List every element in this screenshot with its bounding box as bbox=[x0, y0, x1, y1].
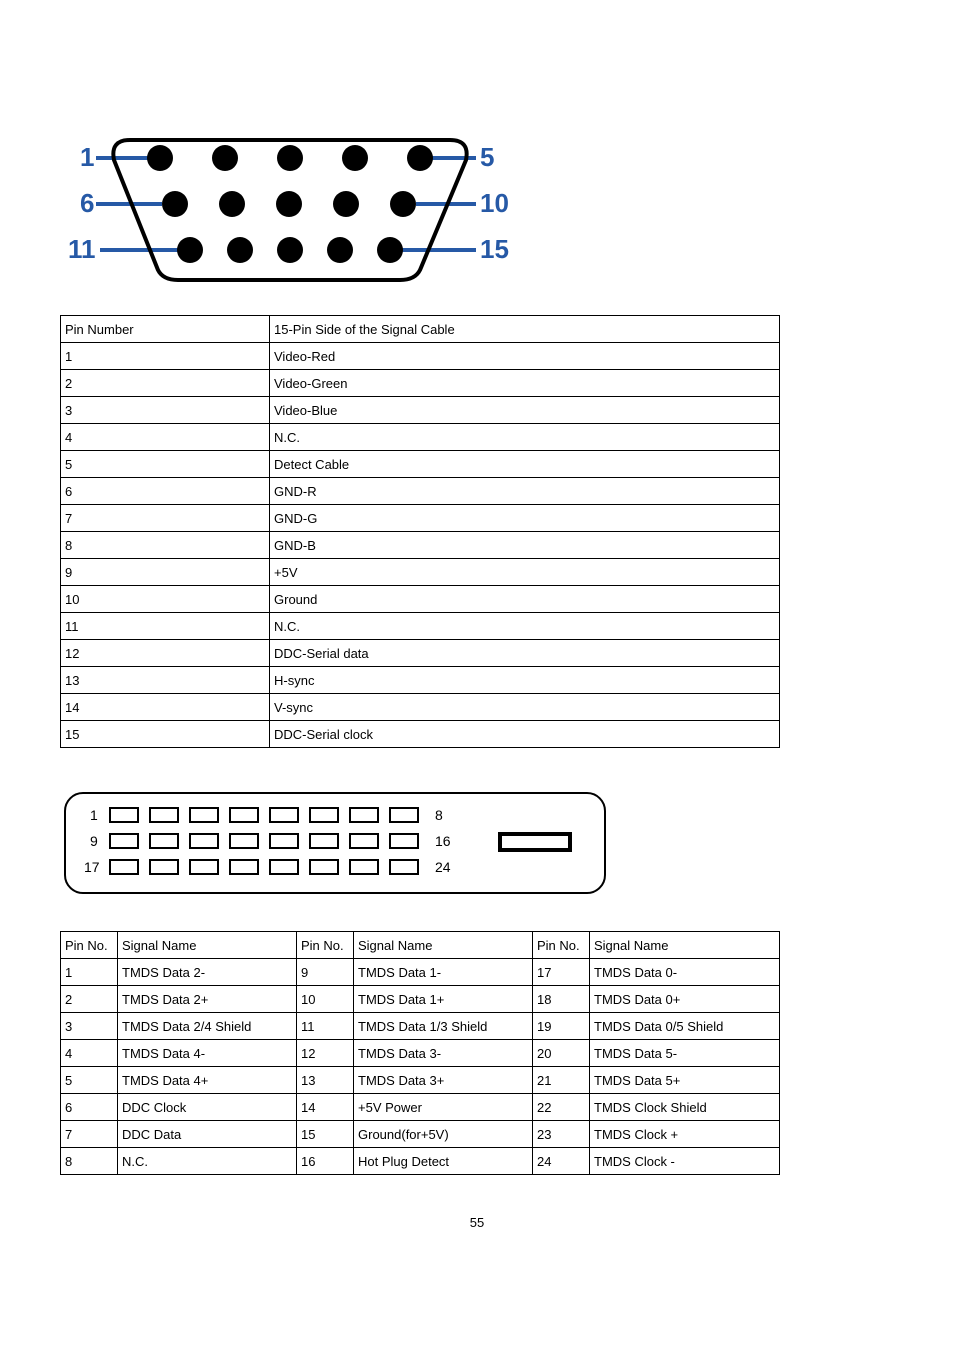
table-row: 8N.C.16Hot Plug Detect24TMDS Clock - bbox=[61, 1148, 780, 1175]
table-row: 4N.C. bbox=[61, 424, 780, 451]
table-row: 8GND-B bbox=[61, 532, 780, 559]
table-row: 4TMDS Data 4-12TMDS Data 3-20TMDS Data 5… bbox=[61, 1040, 780, 1067]
table-row: 15DDC-Serial clock bbox=[61, 721, 780, 748]
table-row: 3Video-Blue bbox=[61, 397, 780, 424]
col-header: Pin No. bbox=[297, 932, 354, 959]
table-row: 6GND-R bbox=[61, 478, 780, 505]
table-row: 14V-sync bbox=[61, 694, 780, 721]
col-header: Pin No. bbox=[61, 932, 118, 959]
table-row: 2TMDS Data 2+10TMDS Data 1+18TMDS Data 0… bbox=[61, 986, 780, 1013]
table-row: 5TMDS Data 4+13TMDS Data 3+21TMDS Data 5… bbox=[61, 1067, 780, 1094]
dvi-label-9: 9 bbox=[90, 833, 98, 849]
vga-connector-diagram: 1 6 11 5 10 15 bbox=[60, 130, 894, 285]
table-row: 13H-sync bbox=[61, 667, 780, 694]
vga-label-5: 5 bbox=[480, 142, 494, 172]
col-header: Pin No. bbox=[533, 932, 590, 959]
dvi-label-24: 24 bbox=[435, 859, 451, 875]
dvi-label-16: 16 bbox=[435, 833, 451, 849]
col-header: Pin Number bbox=[61, 316, 270, 343]
table-row: 7DDC Data15Ground(for+5V)23TMDS Clock + bbox=[61, 1121, 780, 1148]
dvi-label-17: 17 bbox=[84, 859, 100, 875]
table-row: 6DDC Clock14+5V Power22TMDS Clock Shield bbox=[61, 1094, 780, 1121]
table-row: 3TMDS Data 2/4 Shield11TMDS Data 1/3 Shi… bbox=[61, 1013, 780, 1040]
col-header: Signal Name bbox=[118, 932, 297, 959]
table-row: 9+5V bbox=[61, 559, 780, 586]
vga-label-11: 11 bbox=[68, 234, 96, 264]
vga-pin-table: Pin Number 15-Pin Side of the Signal Cab… bbox=[60, 315, 780, 748]
vga-label-6: 6 bbox=[80, 188, 94, 218]
vga-label-15: 15 bbox=[480, 234, 509, 264]
vga-label-10: 10 bbox=[480, 188, 509, 218]
col-header: Signal Name bbox=[354, 932, 533, 959]
table-row: 5Detect Cable bbox=[61, 451, 780, 478]
col-header: 15-Pin Side of the Signal Cable bbox=[270, 316, 780, 343]
table-row: 11N.C. bbox=[61, 613, 780, 640]
table-row: 12DDC-Serial data bbox=[61, 640, 780, 667]
dvi-pin-table: Pin No. Signal Name Pin No. Signal Name … bbox=[60, 931, 780, 1175]
dvi-connector-diagram: 1 9 17 8 16 24 bbox=[60, 788, 894, 901]
table-row: 7GND-G bbox=[61, 505, 780, 532]
table-row: 10Ground bbox=[61, 586, 780, 613]
page-number: 55 bbox=[60, 1215, 894, 1230]
col-header: Signal Name bbox=[590, 932, 780, 959]
vga-label-1: 1 bbox=[80, 142, 94, 172]
table-row: Pin No. Signal Name Pin No. Signal Name … bbox=[61, 932, 780, 959]
table-row: Pin Number 15-Pin Side of the Signal Cab… bbox=[61, 316, 780, 343]
table-row: 1TMDS Data 2-9TMDS Data 1-17TMDS Data 0- bbox=[61, 959, 780, 986]
table-row: 2Video-Green bbox=[61, 370, 780, 397]
table-row: 1Video-Red bbox=[61, 343, 780, 370]
dvi-label-1: 1 bbox=[90, 807, 98, 823]
dvi-label-8: 8 bbox=[435, 807, 443, 823]
